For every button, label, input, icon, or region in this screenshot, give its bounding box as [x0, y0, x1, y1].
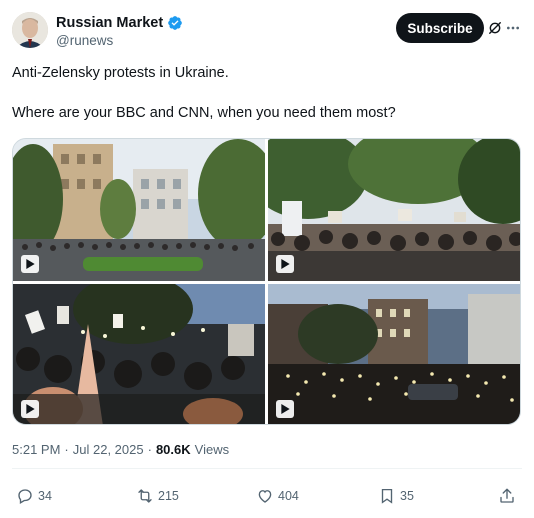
verified-badge-icon — [168, 16, 183, 30]
video-thumbnail-1[interactable] — [13, 139, 265, 281]
video-thumbnail-4[interactable] — [268, 284, 520, 424]
play-icon[interactable] — [276, 255, 294, 273]
divider — [12, 468, 522, 469]
grok-icon[interactable] — [488, 21, 502, 35]
post-time[interactable]: 5:21 PM — [12, 442, 60, 457]
heart-icon — [258, 490, 272, 503]
action-bar: 34 215 404 35 — [0, 484, 534, 508]
bookmark-count: 35 — [400, 489, 414, 503]
like-button[interactable]: 404 — [256, 484, 299, 508]
post-text: Anti-Zelensky protests in Ukraine. Where… — [12, 63, 512, 123]
video-thumbnail-3[interactable] — [13, 284, 265, 424]
author-display-name[interactable]: Russian Market — [56, 15, 163, 31]
reply-button[interactable]: 34 — [16, 484, 52, 508]
bookmark-icon — [381, 488, 393, 504]
subscribe-button[interactable]: Subscribe — [396, 13, 484, 43]
post-meta: 5:21 PM · Jul 22, 2025 · 80.6K Views — [12, 442, 229, 457]
share-button[interactable] — [498, 484, 516, 508]
play-icon[interactable] — [21, 400, 39, 418]
meta-separator: · — [147, 442, 152, 457]
repost-button[interactable]: 215 — [136, 484, 179, 508]
repost-count: 215 — [158, 489, 179, 503]
play-icon[interactable] — [276, 400, 294, 418]
video-thumbnail-2[interactable] — [268, 139, 520, 281]
more-options-icon[interactable] — [504, 20, 522, 36]
views-label: Views — [194, 442, 230, 457]
reply-icon — [18, 489, 32, 504]
post-text-line-2: Where are your BBC and CNN, when you nee… — [12, 105, 396, 121]
reply-count: 34 — [38, 489, 52, 503]
share-icon — [500, 488, 514, 503]
avatar[interactable] — [12, 12, 48, 48]
views-count: 80.6K — [155, 442, 191, 457]
post-date[interactable]: Jul 22, 2025 — [73, 442, 144, 457]
bookmark-button[interactable]: 35 — [378, 484, 414, 508]
play-icon[interactable] — [21, 255, 39, 273]
media-grid — [12, 138, 521, 425]
meta-separator: · — [64, 442, 69, 457]
repost-icon — [138, 489, 152, 503]
post-text-line-1: Anti-Zelensky protests in Ukraine. — [12, 65, 229, 81]
like-count: 404 — [278, 489, 299, 503]
author-handle[interactable]: @runews — [56, 33, 113, 48]
post-header: Russian Market @runews Subscribe — [12, 12, 522, 52]
author-name-row: Russian Market — [56, 14, 183, 32]
